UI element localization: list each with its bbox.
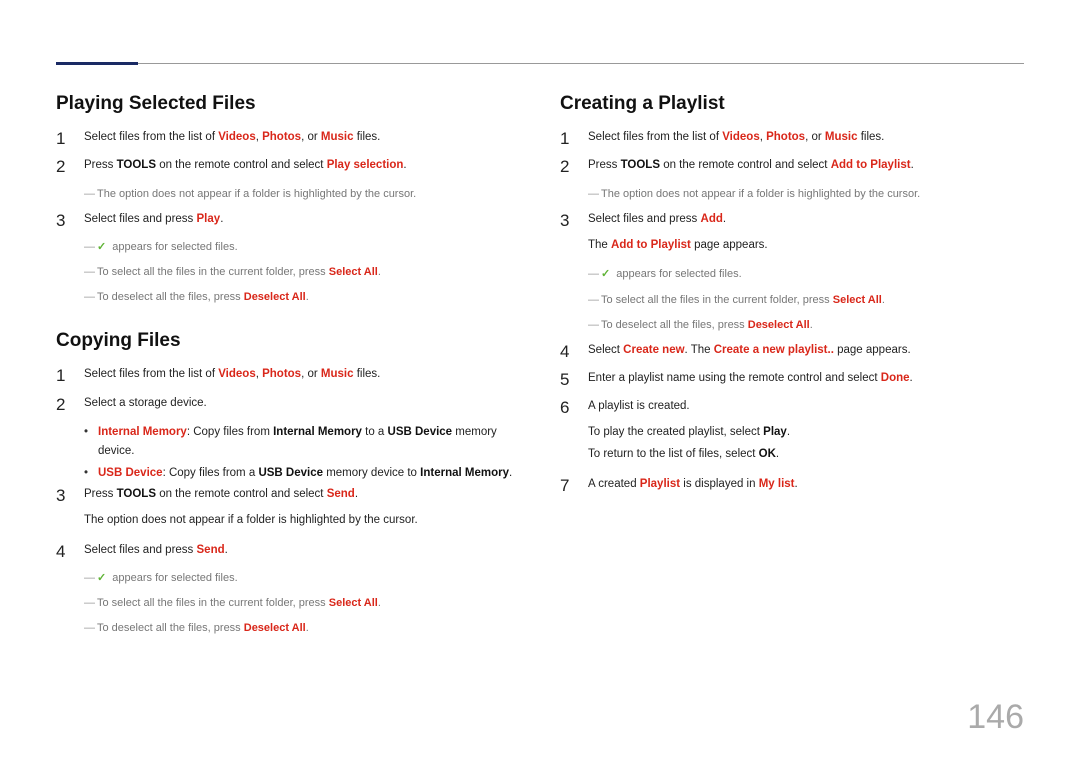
note: To deselect all the files, press Deselec… bbox=[84, 289, 520, 306]
step-text: Select files and press Play. bbox=[84, 211, 520, 231]
check-icon: ✓ bbox=[601, 266, 610, 283]
step-number: 4 bbox=[56, 542, 70, 562]
step-number: 3 bbox=[560, 211, 574, 259]
step-text: Select a storage device. bbox=[84, 395, 520, 415]
copy-step-3: 3 Press TOOLS on the remote control and … bbox=[56, 486, 520, 534]
step-text: Press TOOLS on the remote control and se… bbox=[84, 157, 520, 177]
note: To deselect all the files, press Deselec… bbox=[84, 620, 520, 637]
check-icon: ✓ bbox=[97, 239, 106, 256]
note: To deselect all the files, press Deselec… bbox=[588, 317, 1024, 334]
header-rule bbox=[56, 62, 1024, 65]
step-text: Select files and press Add. The Add to P… bbox=[588, 211, 1024, 259]
note: ✓ appears for selected files. bbox=[84, 570, 520, 587]
step-text: Select files from the list of Videos, Ph… bbox=[84, 366, 520, 386]
note: The option does not appear if a folder i… bbox=[588, 186, 1024, 203]
bullet-usb-device: USB Device: Copy files from a USB Device… bbox=[84, 464, 520, 482]
note: The option does not appear if a folder i… bbox=[84, 186, 520, 203]
step-text: Select Create new. The Create a new play… bbox=[588, 342, 1024, 362]
copy-step-4: 4 Select files and press Send. bbox=[56, 542, 520, 562]
pl-step-6: 6 A playlist is created. To play the cre… bbox=[560, 398, 1024, 467]
note: To select all the files in the current f… bbox=[84, 595, 520, 612]
check-icon: ✓ bbox=[97, 570, 106, 587]
left-column: Playing Selected Files 1 Select files fr… bbox=[56, 93, 520, 645]
step-number: 5 bbox=[560, 370, 574, 390]
step-text: Enter a playlist name using the remote c… bbox=[588, 370, 1024, 390]
pl-step-5: 5 Enter a playlist name using the remote… bbox=[560, 370, 1024, 390]
step-text: Press TOOLS on the remote control and se… bbox=[84, 486, 520, 534]
note: To select all the files in the current f… bbox=[84, 264, 520, 281]
step-number: 2 bbox=[560, 157, 574, 177]
copy-step-1: 1 Select files from the list of Videos, … bbox=[56, 366, 520, 386]
right-column: Creating a Playlist 1 Select files from … bbox=[560, 93, 1024, 645]
pl-step-2: 2 Press TOOLS on the remote control and … bbox=[560, 157, 1024, 177]
play-step-2: 2 Press TOOLS on the remote control and … bbox=[56, 157, 520, 177]
step-number: 7 bbox=[560, 476, 574, 496]
step-number: 3 bbox=[56, 211, 70, 231]
play-step-1: 1 Select files from the list of Videos, … bbox=[56, 129, 520, 149]
pl-step-7: 7 A created Playlist is displayed in My … bbox=[560, 476, 1024, 496]
bullet-internal-memory: Internal Memory: Copy files from Interna… bbox=[84, 423, 520, 460]
pl-step-4: 4 Select Create new. The Create a new pl… bbox=[560, 342, 1024, 362]
step-number: 6 bbox=[560, 398, 574, 467]
note: To select all the files in the current f… bbox=[588, 292, 1024, 309]
content-columns: Playing Selected Files 1 Select files fr… bbox=[56, 93, 1024, 645]
step-number: 1 bbox=[560, 129, 574, 149]
heading-creating-playlist: Creating a Playlist bbox=[560, 93, 1024, 115]
note: ✓ appears for selected files. bbox=[588, 266, 1024, 283]
step-number: 4 bbox=[560, 342, 574, 362]
step-text: A created Playlist is displayed in My li… bbox=[588, 476, 1024, 496]
step-number: 1 bbox=[56, 366, 70, 386]
play-step-3: 3 Select files and press Play. bbox=[56, 211, 520, 231]
heading-copying-files: Copying Files bbox=[56, 330, 520, 352]
page: Playing Selected Files 1 Select files fr… bbox=[0, 0, 1080, 685]
step-text: Select files from the list of Videos, Ph… bbox=[84, 129, 520, 149]
note: ✓ appears for selected files. bbox=[84, 239, 520, 256]
step-number: 3 bbox=[56, 486, 70, 534]
step-number: 1 bbox=[56, 129, 70, 149]
page-number: 146 bbox=[967, 698, 1024, 737]
pl-step-3: 3 Select files and press Add. The Add to… bbox=[560, 211, 1024, 259]
step-text: A playlist is created. To play the creat… bbox=[588, 398, 1024, 467]
step-text: Select files from the list of Videos, Ph… bbox=[588, 129, 1024, 149]
step-number: 2 bbox=[56, 157, 70, 177]
divider-line bbox=[138, 63, 1024, 64]
step-number: 2 bbox=[56, 395, 70, 415]
copy-step-2: 2 Select a storage device. bbox=[56, 395, 520, 415]
step-text: Select files and press Send. bbox=[84, 542, 520, 562]
accent-bar bbox=[56, 62, 138, 65]
step-text: Press TOOLS on the remote control and se… bbox=[588, 157, 1024, 177]
pl-step-1: 1 Select files from the list of Videos, … bbox=[560, 129, 1024, 149]
heading-playing-selected: Playing Selected Files bbox=[56, 93, 520, 115]
